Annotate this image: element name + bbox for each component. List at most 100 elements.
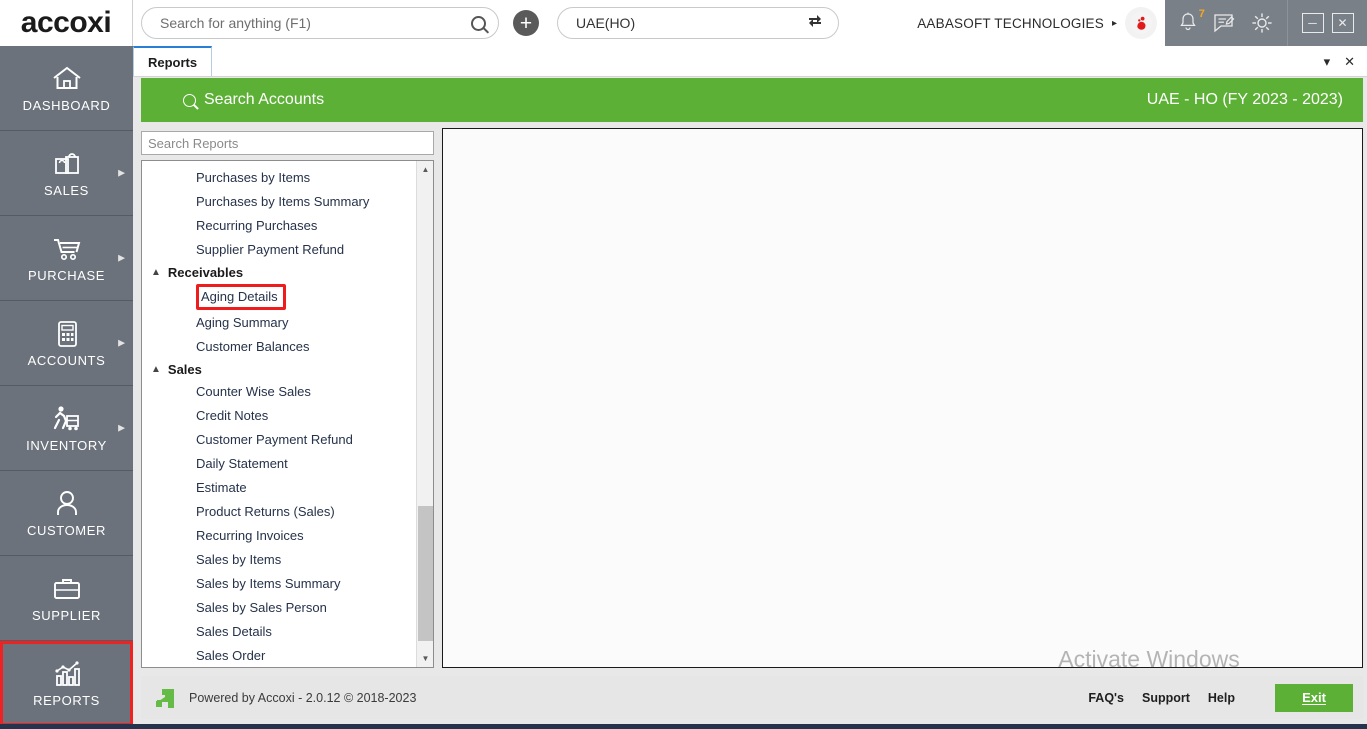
- list-item[interactable]: Estimate: [142, 476, 416, 500]
- report-content-area: [442, 128, 1363, 668]
- group-label: Receivables: [167, 265, 244, 280]
- tab-label: Reports: [148, 54, 198, 70]
- list-item[interactable]: Recurring Invoices: [142, 524, 416, 548]
- sidebar-item-dashboard[interactable]: DASHBOARD: [0, 46, 133, 131]
- list-item[interactable]: Supplier Payment Refund: [142, 238, 416, 262]
- list-item[interactable]: Sales by Items Summary: [142, 572, 416, 596]
- chevron-up-icon: ▲: [151, 267, 161, 278]
- app-logo-suffix: i: [103, 6, 112, 39]
- chevron-right-icon: ▶: [118, 252, 125, 263]
- close-button[interactable]: ✕: [1331, 13, 1354, 33]
- sidebar-item-label: SALES: [44, 182, 89, 198]
- search-reports-input[interactable]: [148, 132, 427, 154]
- chevron-right-icon: ▶: [118, 422, 125, 433]
- tab-dropdown-icon[interactable]: ▾: [1324, 54, 1331, 70]
- sidebar-item-label: PURCHASE: [27, 267, 106, 283]
- list-item[interactable]: Credit Notes: [142, 404, 416, 428]
- list-item[interactable]: Counter Wise Sales: [142, 380, 416, 404]
- branch-value: UAE(HO): [576, 15, 636, 31]
- list-item[interactable]: Purchases by Items Summary: [142, 190, 416, 214]
- sidebar-item-purchase[interactable]: PURCHASE ▶: [0, 216, 133, 301]
- accoxi-arrow-icon: [151, 684, 179, 712]
- list-item[interactable]: Sales Order: [142, 644, 416, 667]
- sidebar-item-supplier[interactable]: SUPPLIER: [0, 556, 133, 641]
- sidebar-item-label: DASHBOARD: [22, 97, 111, 113]
- page-header: Search Accounts UAE - HO (FY 2023 - 2023…: [141, 78, 1363, 122]
- swap-icon[interactable]: [806, 12, 824, 35]
- sidebar-item-reports[interactable]: REPORTS: [0, 641, 133, 726]
- search-icon: [183, 93, 196, 107]
- group-label: Sales: [167, 362, 202, 377]
- person-icon: [56, 490, 77, 515]
- briefcase-icon: [53, 578, 80, 599]
- app-logo-text: accox: [20, 6, 104, 39]
- bell-icon: [1180, 12, 1196, 31]
- search-icon[interactable]: [471, 15, 486, 31]
- message-icon[interactable]: [1213, 12, 1236, 34]
- search-input[interactable]: [160, 15, 471, 31]
- footer-links: FAQ's Support Help Exit: [1088, 683, 1353, 712]
- list-item[interactable]: Customer Balances: [142, 335, 416, 359]
- sidebar-item-label: INVENTORY: [26, 437, 107, 453]
- sidebar-item-inventory[interactable]: INVENTORY ▶: [0, 386, 133, 471]
- tab-close-icon[interactable]: ✕: [1344, 54, 1355, 70]
- chevron-right-icon: ▸: [1111, 17, 1117, 29]
- list-item[interactable]: Purchases by Items: [142, 166, 416, 190]
- bar-chart-icon: [54, 661, 80, 686]
- faq-link[interactable]: FAQ's: [1088, 691, 1124, 705]
- group-header-receivables[interactable]: ▲ Receivables: [142, 262, 416, 283]
- sidebar: DASHBOARD SALES ▶ PURCHASE ▶ ACCOUNTS ▶ …: [0, 46, 133, 729]
- sidebar-item-sales[interactable]: SALES ▶: [0, 131, 133, 216]
- os-taskbar-strip: [0, 724, 1367, 729]
- company-selector[interactable]: AABASOFT TECHNOLOGIES ▸: [917, 7, 1165, 39]
- minimize-button[interactable]: ─: [1301, 13, 1324, 33]
- sidebar-item-label: REPORTS: [33, 693, 100, 708]
- list-item[interactable]: Recurring Purchases: [142, 214, 416, 238]
- window-controls: ─ ✕: [1287, 0, 1367, 46]
- notifications-button[interactable]: 7: [1178, 8, 1205, 35]
- list-item[interactable]: Sales by Items: [142, 548, 416, 572]
- reports-list-scrollbar[interactable]: ▲ ▼: [416, 161, 433, 667]
- chevron-right-icon: ▶: [118, 337, 125, 348]
- notification-badge: 7: [1198, 8, 1205, 20]
- sidebar-item-label: ACCOUNTS: [27, 352, 106, 368]
- add-new-button[interactable]: +: [513, 10, 539, 36]
- list-item[interactable]: Aging Summary: [142, 311, 416, 335]
- scrollbar-thumb[interactable]: [418, 506, 433, 641]
- tab-bar: Reports ▾ ✕: [133, 46, 1367, 77]
- gear-icon[interactable]: [1250, 11, 1274, 35]
- sidebar-item-label: CUSTOMER: [27, 522, 106, 538]
- top-header-bar: accox​i + UAE(HO) AABASOFT TECHNOLOGIES …: [0, 0, 1367, 46]
- sidebar-item-label: SUPPLIER: [31, 607, 102, 623]
- scroll-up-button[interactable]: ▲: [417, 161, 433, 178]
- avatar[interactable]: [1125, 7, 1157, 39]
- application-window: accox​i + UAE(HO) AABASOFT TECHNOLOGIES …: [0, 0, 1367, 729]
- fiscal-context: UAE - HO (FY 2023 - 2023): [1146, 91, 1343, 108]
- company-name: AABASOFT TECHNOLOGIES: [917, 15, 1104, 31]
- group-header-sales[interactable]: ▲ Sales: [142, 359, 416, 380]
- support-link[interactable]: Support: [1142, 691, 1190, 705]
- reports-search[interactable]: [141, 131, 434, 155]
- list-item[interactable]: Sales Details: [142, 620, 416, 644]
- shopping-bag-icon: [54, 152, 79, 174]
- exit-button[interactable]: Exit: [1275, 683, 1353, 712]
- branch-selector[interactable]: UAE(HO): [557, 7, 839, 39]
- sidebar-item-accounts[interactable]: ACCOUNTS ▶: [0, 301, 133, 386]
- tab-reports[interactable]: Reports: [133, 46, 213, 76]
- footer-bar: Powered by Accoxi - 2.0.12 © 2018-2023 F…: [141, 676, 1363, 719]
- sidebar-item-customer[interactable]: CUSTOMER: [0, 471, 133, 556]
- list-item-aging-details[interactable]: Aging Details: [196, 284, 286, 310]
- list-item[interactable]: Daily Statement: [142, 452, 416, 476]
- page-title-label: Search Accounts: [204, 91, 325, 108]
- list-item[interactable]: Customer Payment Refund: [142, 428, 416, 452]
- help-link[interactable]: Help: [1208, 691, 1235, 705]
- chevron-right-icon: ▶: [118, 167, 125, 178]
- reports-list: Purchases by Items Purchases by Items Su…: [142, 161, 416, 667]
- app-logo: accox​i: [0, 0, 133, 46]
- exit-button-label: Exit: [1302, 690, 1326, 705]
- list-item[interactable]: Product Returns (Sales): [142, 500, 416, 524]
- scroll-down-button[interactable]: ▼: [417, 650, 433, 667]
- list-item[interactable]: Sales by Sales Person: [142, 596, 416, 620]
- global-search[interactable]: [141, 7, 499, 39]
- home-icon: [52, 66, 81, 89]
